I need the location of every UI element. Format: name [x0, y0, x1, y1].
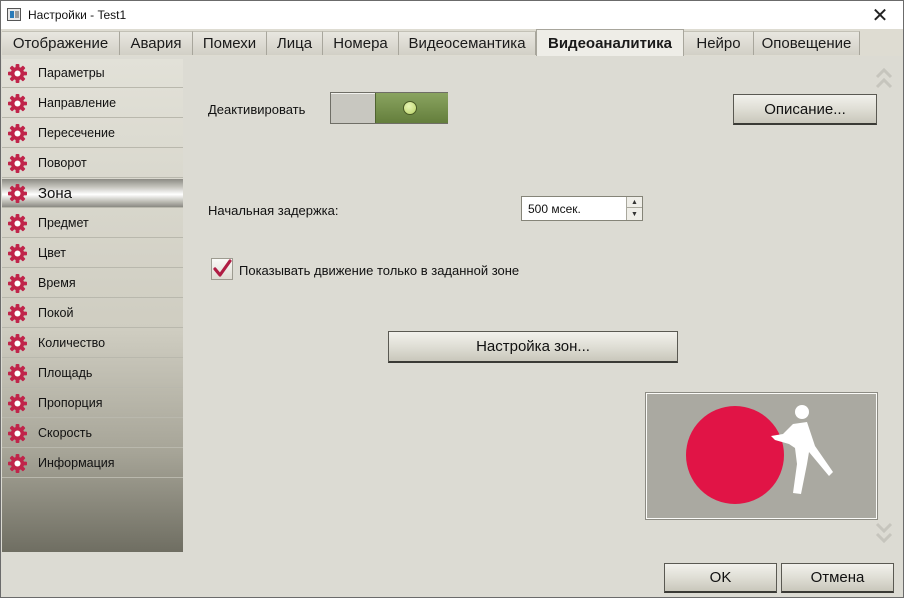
- sidebar-item-turn[interactable]: Поворот: [2, 149, 183, 178]
- initial-delay-spinbox[interactable]: 500 мсек. ▲ ▼: [521, 196, 643, 221]
- intrusion-pictogram: [686, 405, 833, 504]
- tab-neuro[interactable]: Нейро: [684, 31, 754, 55]
- zone-settings-button[interactable]: Настройка зон...: [388, 331, 678, 363]
- checkmark-icon: [213, 259, 232, 277]
- spin-up-button[interactable]: ▲: [627, 197, 642, 208]
- cancel-button[interactable]: Отмена: [781, 563, 894, 593]
- gear-icon: [8, 124, 27, 143]
- sidebar-item-label: Информация: [38, 456, 115, 470]
- gear-icon: [8, 394, 27, 413]
- gear-icon: [8, 244, 27, 263]
- ok-button[interactable]: OK: [664, 563, 777, 593]
- sidebar-item-crossing[interactable]: Пересечение: [2, 119, 183, 148]
- gear-icon: [8, 304, 27, 323]
- sidebar-item-label: Цвет: [38, 246, 67, 260]
- sidebar-item-label: Предмет: [38, 216, 89, 230]
- arrow-down-icon: ▼: [631, 211, 638, 218]
- title-bar: Настройки - Test1 ✕: [1, 1, 903, 29]
- gear-icon: [8, 154, 27, 173]
- sidebar-item-label: Пересечение: [38, 126, 115, 140]
- settings-window: Настройки - Test1 ✕ Отображение Авария П…: [0, 0, 904, 598]
- arrow-up-icon: ▲: [631, 198, 638, 206]
- sidebar-item-label: Поворот: [38, 156, 87, 170]
- zone-circle: [686, 406, 784, 504]
- spin-buttons: ▲ ▼: [626, 197, 642, 220]
- sidebar-item-rest[interactable]: Покой: [2, 299, 183, 328]
- gear-icon: [8, 184, 27, 203]
- description-button[interactable]: Описание...: [733, 94, 877, 125]
- sidebar-item-direction[interactable]: Направление: [2, 89, 183, 118]
- spin-down-button[interactable]: ▼: [627, 209, 642, 220]
- sidebar-item-label: Покой: [38, 306, 74, 320]
- gear-icon: [8, 334, 27, 353]
- sidebar-item-time[interactable]: Время: [2, 269, 183, 298]
- gear-icon: [8, 364, 27, 383]
- initial-delay-value: 500 мсек.: [528, 202, 581, 216]
- tab-interference[interactable]: Помехи: [193, 31, 267, 55]
- window-title: Настройки - Test1: [28, 8, 127, 22]
- sidebar: Параметры Направление Пересечение Поворо…: [2, 59, 183, 552]
- sidebar-item-label: Скорость: [38, 426, 92, 440]
- tab-videosemantics[interactable]: Видеосемантика: [399, 31, 536, 55]
- tab-plates[interactable]: Номера: [323, 31, 399, 55]
- sidebar-item-label: Время: [38, 276, 76, 290]
- zone-preview-image: [645, 392, 878, 520]
- sidebar-item-label: Зона: [38, 184, 73, 202]
- tab-faces[interactable]: Лица: [267, 31, 323, 55]
- gear-icon: [8, 424, 27, 443]
- sidebar-item-zone[interactable]: Зона: [2, 179, 183, 208]
- tab-strip: Отображение Авария Помехи Лица Номера Ви…: [1, 29, 903, 56]
- scroll-down-icon[interactable]: [875, 518, 893, 548]
- sidebar-item-information[interactable]: Информация: [2, 449, 183, 478]
- scroll-up-icon[interactable]: [875, 65, 893, 95]
- close-button[interactable]: ✕: [857, 1, 903, 29]
- sidebar-item-label: Параметры: [38, 66, 105, 80]
- tab-alarm[interactable]: Авария: [120, 31, 193, 55]
- gear-icon: [8, 64, 27, 83]
- gear-icon: [8, 274, 27, 293]
- sidebar-item-object[interactable]: Предмет: [2, 209, 183, 238]
- close-icon: ✕: [871, 4, 889, 27]
- gear-icon: [8, 214, 27, 233]
- initial-delay-label: Начальная задержка:: [208, 203, 339, 218]
- show-motion-label: Показывать движение только в заданной зо…: [239, 263, 520, 278]
- deactivate-label: Деактивировать: [208, 102, 306, 117]
- sidebar-item-parameters[interactable]: Параметры: [2, 59, 183, 88]
- sidebar-item-area[interactable]: Площадь: [2, 359, 183, 388]
- tab-videoanalytics[interactable]: Видеоаналитика: [536, 29, 684, 56]
- gear-icon: [8, 94, 27, 113]
- gear-icon: [8, 454, 27, 473]
- tab-notification[interactable]: Оповещение: [754, 31, 860, 55]
- sidebar-item-label: Количество: [38, 336, 106, 350]
- toggle-knob: [403, 101, 417, 115]
- sidebar-item-proportion[interactable]: Пропорция: [2, 389, 183, 418]
- show-motion-checkbox[interactable]: [211, 258, 233, 280]
- tab-display[interactable]: Отображение: [2, 31, 120, 55]
- sidebar-item-count[interactable]: Количество: [2, 329, 183, 358]
- sidebar-item-label: Направление: [38, 96, 117, 110]
- sidebar-item-speed[interactable]: Скорость: [2, 419, 183, 448]
- sidebar-item-color[interactable]: Цвет: [2, 239, 183, 268]
- deactivate-toggle[interactable]: [330, 92, 448, 124]
- sidebar-item-label: Площадь: [38, 366, 93, 380]
- app-icon: [7, 8, 21, 21]
- sidebar-item-label: Пропорция: [38, 396, 103, 410]
